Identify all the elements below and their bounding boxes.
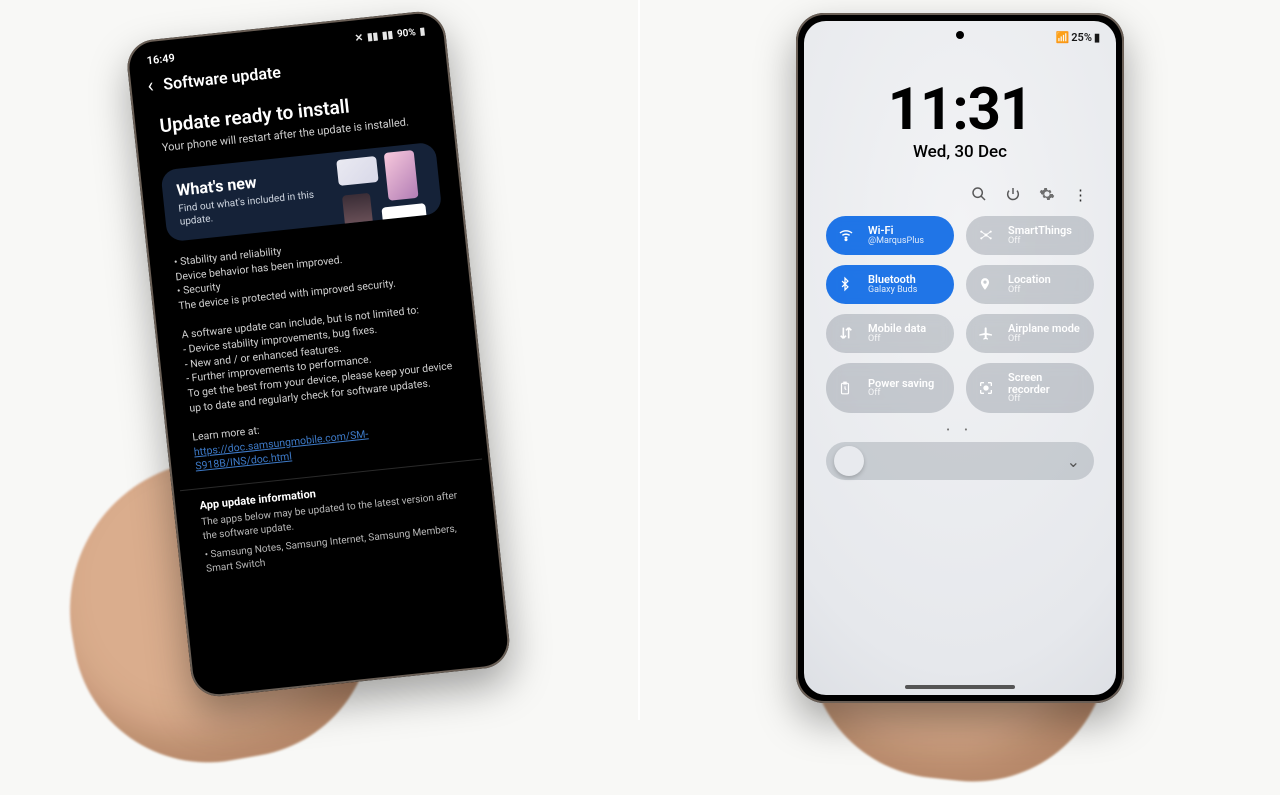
tile-sublabel: Off [868,335,926,344]
thumb-image [384,150,419,201]
gesture-bar[interactable] [905,685,1015,689]
location-icon [978,276,1000,292]
clock-time: 11:31 [804,76,1116,144]
gear-icon[interactable] [1039,186,1055,204]
bluetooth-icon [838,276,860,292]
qs-tile-grid: Wi-Fi@MarqusPlusSmartThingsOffBluetoothG… [804,212,1116,417]
qs-tile-powersave[interactable]: Power savingOff [826,363,954,414]
battery-text: 25% [1071,31,1092,44]
signal-icon: ▮▮ [382,30,394,42]
thumb-image [336,156,378,186]
smartthings-icon [978,227,1000,243]
back-icon[interactable]: ‹ [146,73,154,97]
battery-icon: ▮ [1094,31,1100,44]
screen-software-update: 16:49 ✕ ▮▮ ▮▮ 90% ▮ ‹ Software update Up… [134,18,504,690]
tile-label: Airplane mode [1008,323,1080,335]
tile-sublabel: Off [1008,395,1082,404]
qs-tile-mobiledata[interactable]: Mobile dataOff [826,314,954,353]
more-icon[interactable]: ⋮ [1073,186,1088,204]
mobiledata-icon [838,325,860,341]
qs-tile-airplane[interactable]: Airplane modeOff [966,314,1094,353]
qs-tile-bluetooth[interactable]: BluetoothGalaxy Buds [826,265,954,304]
tile-sublabel: Off [1008,286,1051,295]
vibrate-icon: ✕ [354,33,363,45]
phone-left: 16:49 ✕ ▮▮ ▮▮ 90% ▮ ‹ Software update Up… [125,9,512,699]
powersave-icon [838,380,860,396]
thumb-image [342,193,374,236]
qs-tile-location[interactable]: LocationOff [966,265,1094,304]
tile-sublabel: Off [1008,237,1072,246]
tile-label: Location [1008,274,1051,286]
camera-notch [956,31,964,39]
brightness-knob[interactable] [834,446,864,476]
clock: 11:31 Wed, 30 Dec [804,76,1116,162]
battery-icon: ▮ [419,26,426,38]
qs-tile-screenrec[interactable]: Screen recorderOff [966,363,1094,414]
qs-tile-smartthings[interactable]: SmartThingsOff [966,216,1094,255]
signal-icon: ▮▮ [367,31,379,43]
search-icon[interactable] [971,186,987,204]
battery-text: 90% [397,27,417,40]
clock-date: Wed, 30 Dec [804,142,1116,162]
release-notes: • Stability and reliability Device behav… [155,222,481,481]
screenrec-icon [978,380,1000,396]
signal-icon: 📶 [1056,31,1070,44]
phone-right: 📶 25% ▮ 11:31 Wed, 30 Dec ⋮ [796,13,1124,703]
tile-sublabel: Off [1008,335,1080,344]
page-title: Software update [162,62,281,93]
tile-label: SmartThings [1008,225,1072,237]
tile-sublabel: @MarqusPlus [868,237,924,246]
power-icon[interactable] [1005,186,1021,204]
tile-sublabel: Galaxy Buds [868,286,917,295]
tile-sublabel: Off [868,389,934,398]
clock-text: 16:49 [146,51,175,67]
screen-quick-panel: 📶 25% ▮ 11:31 Wed, 30 Dec ⋮ [804,21,1116,695]
tile-label: Screen recorder [1008,372,1082,395]
qs-toolbar: ⋮ [804,162,1116,212]
brightness-expand-icon[interactable]: ⌄ [1067,452,1080,471]
tile-label: Wi-Fi [868,225,924,237]
airplane-icon [978,325,1000,341]
tile-label: Bluetooth [868,274,917,286]
page-dots: • • [804,425,1116,436]
qs-tile-wifi[interactable]: Wi-Fi@MarqusPlus [826,216,954,255]
wifi-icon [838,227,860,243]
brightness-slider[interactable]: ☼ ⌄ [826,442,1094,480]
tile-label: Mobile data [868,323,926,335]
